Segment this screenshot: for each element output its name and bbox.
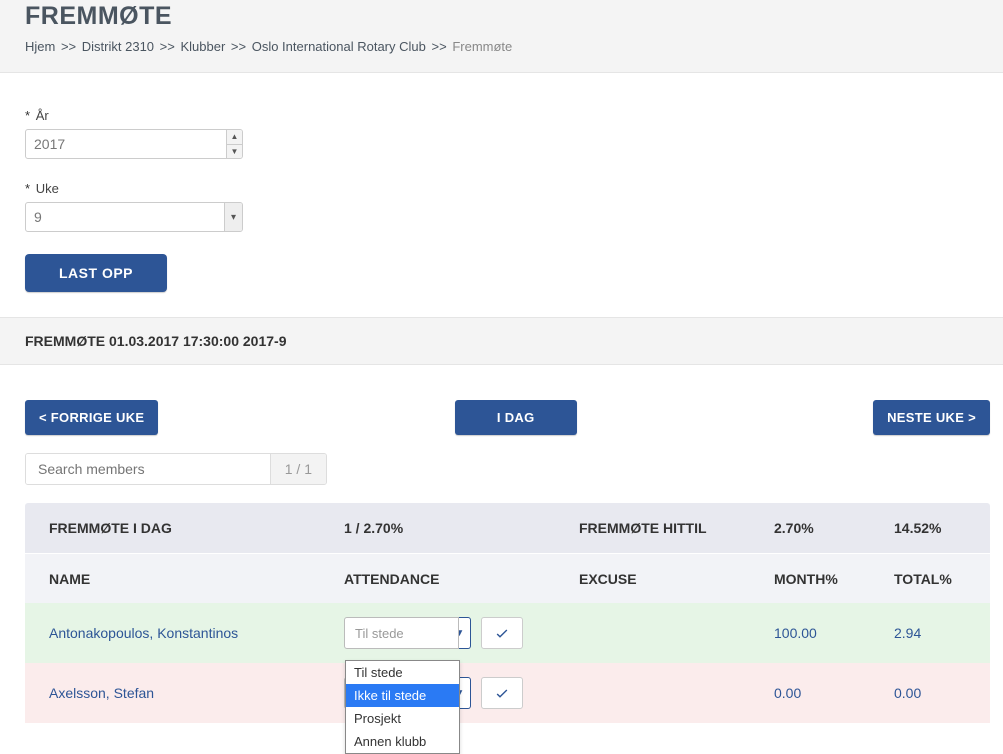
spin-up-icon[interactable]: ▲	[227, 130, 242, 145]
total-pct: 0.00	[894, 685, 966, 701]
search-input[interactable]	[26, 454, 270, 484]
col-attendance: ATTENDANCE	[344, 571, 579, 587]
check-icon	[494, 625, 510, 641]
week-label: * Uke	[25, 181, 978, 196]
attendance-option[interactable]: Til stede	[346, 661, 459, 684]
table-row: Antonakopoulos, Konstantinos Til stede ▼…	[25, 603, 990, 663]
breadcrumb-clubs[interactable]: Klubber	[180, 39, 225, 54]
breadcrumb-district[interactable]: Distrikt 2310	[82, 39, 154, 54]
col-excuse: EXCUSE	[579, 571, 774, 587]
col-total: TOTAL%	[894, 571, 966, 587]
breadcrumb-club[interactable]: Oslo International Rotary Club	[252, 39, 426, 54]
attendance-dropdown[interactable]: Til stedeIkke til stedeProsjektAnnen klu…	[345, 660, 460, 754]
page-title: FREMMØTE	[25, 0, 978, 31]
month-pct: 100.00	[774, 625, 894, 641]
summary-sofar-label: FREMMØTE HITTIL	[579, 520, 774, 536]
breadcrumb: Hjem >> Distrikt 2310 >> Klubber >> Oslo…	[25, 39, 978, 54]
next-week-button[interactable]: NESTE UKE >	[873, 400, 990, 435]
year-spinner[interactable]: ▲▼	[226, 130, 242, 158]
table-header-row: NAME ATTENDANCE EXCUSE MONTH% TOTAL%	[25, 553, 990, 603]
summary-total-pct: 14.52%	[894, 520, 966, 536]
today-button[interactable]: I DAG	[455, 400, 577, 435]
member-name-link[interactable]: Axelsson, Stefan	[49, 685, 344, 701]
col-month: MONTH%	[774, 571, 894, 587]
summary-today-label: FREMMØTE I DAG	[49, 520, 344, 536]
col-name: NAME	[49, 571, 344, 587]
table-row: Axelsson, Stefan ▼ 0.00 0.00	[25, 663, 990, 723]
year-input[interactable]	[25, 129, 243, 159]
breadcrumb-home[interactable]: Hjem	[25, 39, 55, 54]
attendance-option[interactable]: Annen klubb	[346, 730, 459, 753]
confirm-attendance-button[interactable]	[481, 617, 523, 649]
total-pct: 2.94	[894, 625, 966, 641]
chevron-down-icon[interactable]: ▾	[224, 203, 242, 231]
upload-button[interactable]: LAST OPP	[25, 254, 167, 292]
spin-down-icon[interactable]: ▼	[227, 145, 242, 159]
confirm-attendance-button[interactable]	[481, 677, 523, 709]
check-icon	[494, 685, 510, 701]
summary-month-pct: 2.70%	[774, 520, 894, 536]
week-input[interactable]	[25, 202, 243, 232]
summary-row: FREMMØTE I DAG 1 / 2.70% FREMMØTE HITTIL…	[25, 503, 990, 553]
breadcrumb-current: Fremmøte	[452, 39, 512, 54]
month-pct: 0.00	[774, 685, 894, 701]
attendance-option[interactable]: Prosjekt	[346, 707, 459, 730]
search-container: 1 / 1	[25, 453, 327, 485]
summary-today-value: 1 / 2.70%	[344, 520, 579, 536]
attendance-select[interactable]: Til stede	[344, 617, 459, 649]
attendance-option[interactable]: Ikke til stede	[346, 684, 459, 707]
year-label: * År	[25, 108, 978, 123]
prev-week-button[interactable]: < FORRIGE UKE	[25, 400, 158, 435]
member-name-link[interactable]: Antonakopoulos, Konstantinos	[49, 625, 344, 641]
meeting-info-bar: FREMMØTE 01.03.2017 17:30:00 2017-9	[0, 317, 1003, 365]
search-page-indicator: 1 / 1	[270, 454, 326, 484]
